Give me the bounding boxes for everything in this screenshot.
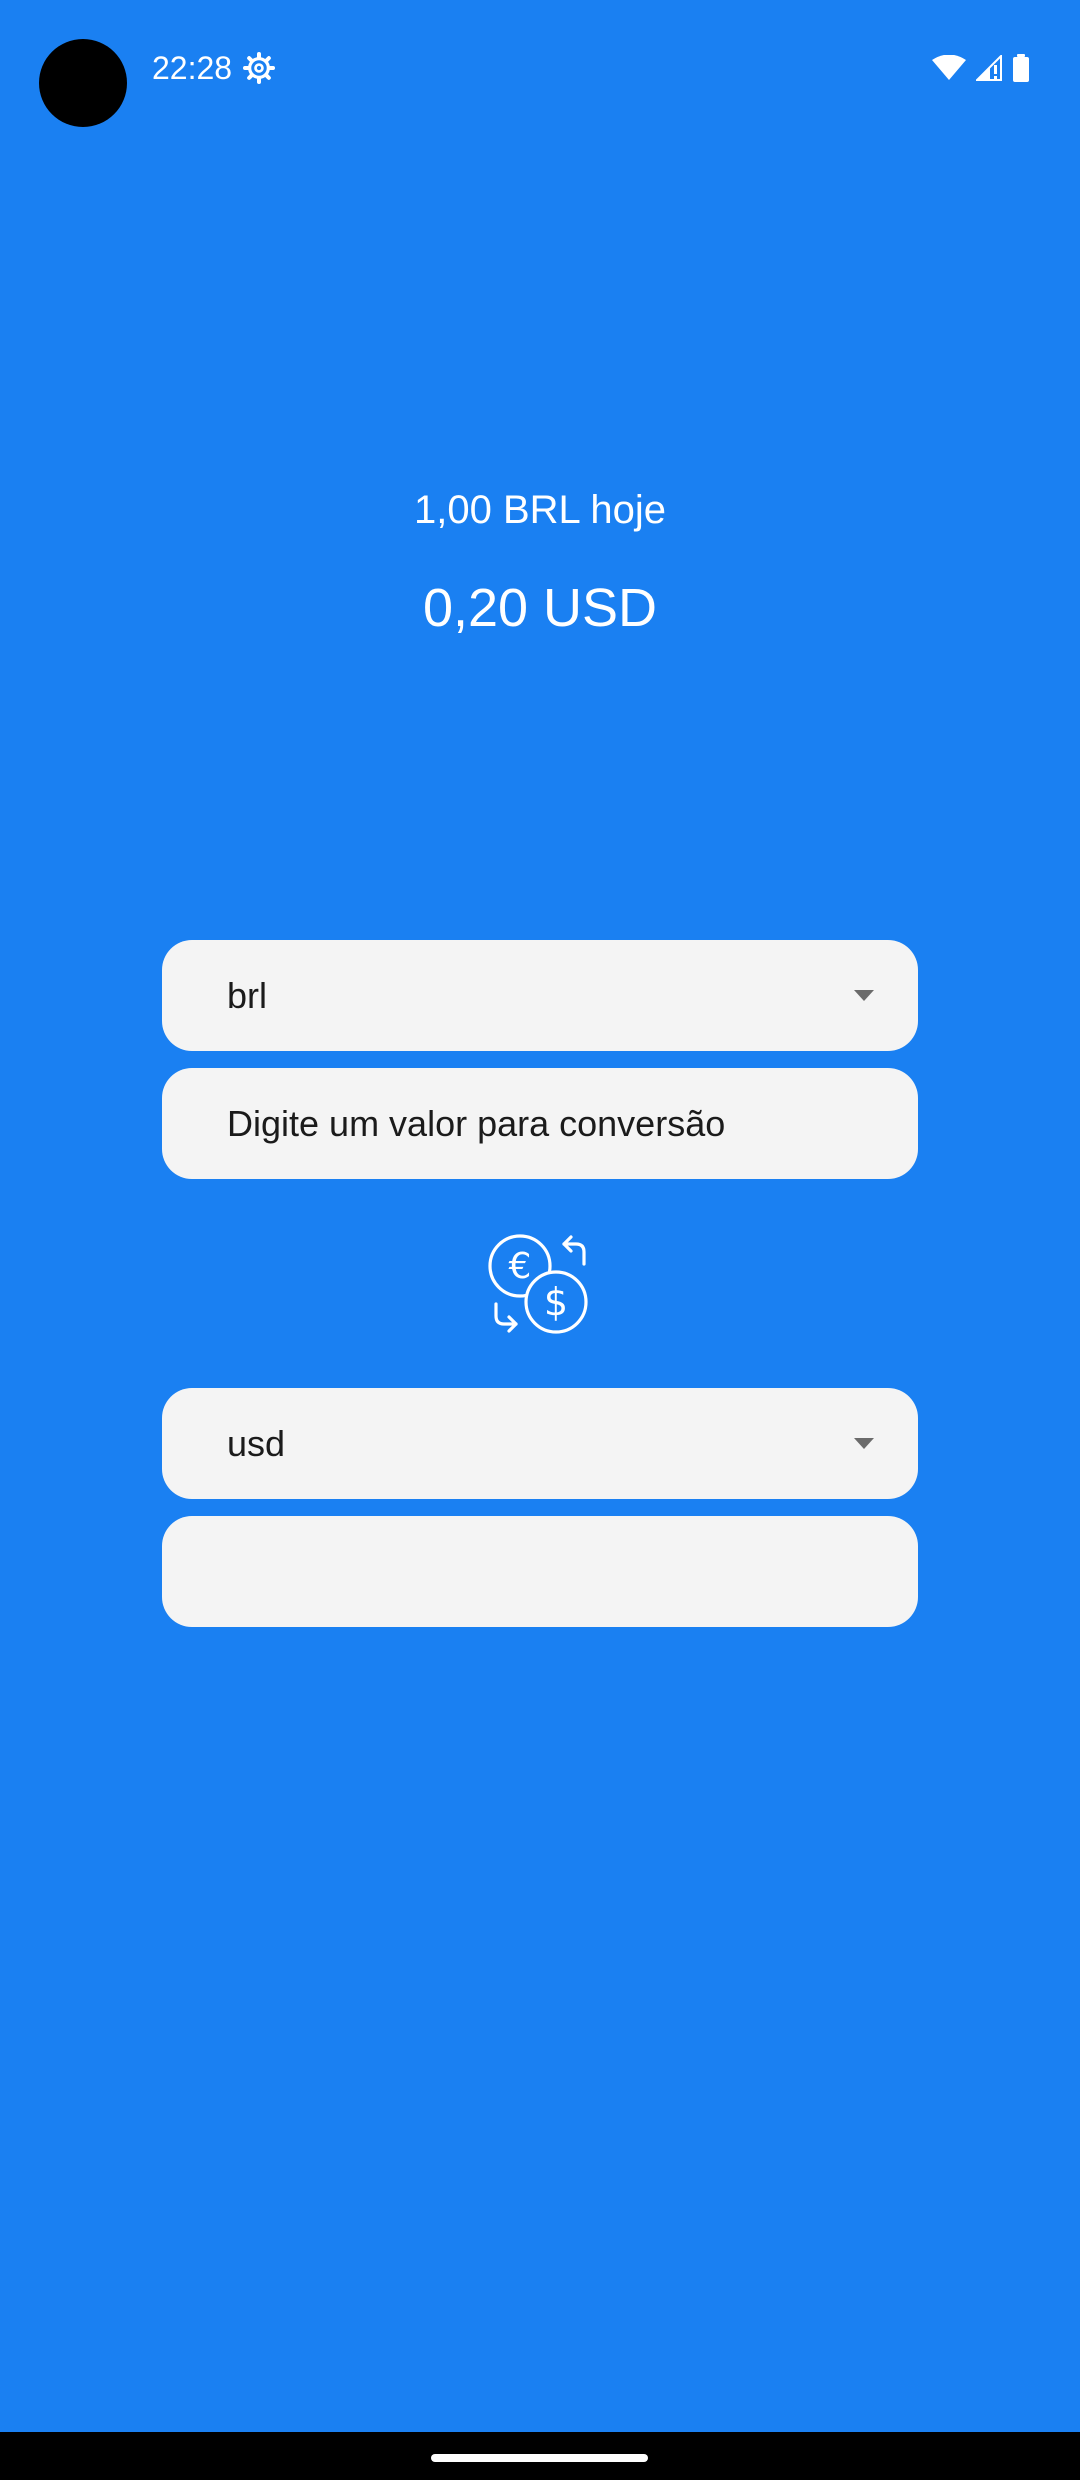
rate-caption: 1,00 BRL hoje xyxy=(413,488,667,532)
status-bar: 22:28 xyxy=(0,0,1080,135)
currency-exchange-icon[interactable]: € $ xyxy=(484,1228,596,1340)
front-camera-cutout xyxy=(39,39,127,127)
status-time: 22:28 xyxy=(152,50,233,86)
cell-signal-icon xyxy=(976,55,1002,81)
battery-icon xyxy=(1013,54,1029,82)
svg-text:€: € xyxy=(509,1246,532,1287)
dropdown-arrow-icon xyxy=(854,1437,874,1449)
from-amount-field[interactable] xyxy=(162,1068,918,1179)
dropdown-arrow-icon xyxy=(854,989,874,1001)
rate-value: 0,20 USD xyxy=(422,578,658,638)
svg-text:$: $ xyxy=(544,1280,568,1324)
to-amount-field[interactable] xyxy=(162,1516,918,1627)
status-icons xyxy=(932,52,1030,84)
navigation-bar xyxy=(0,2432,1080,2480)
from-currency-selected: brl xyxy=(227,974,268,1016)
from-currency-dropdown[interactable]: brl xyxy=(162,940,918,1051)
to-currency-dropdown[interactable]: usd xyxy=(162,1388,918,1499)
wifi-icon xyxy=(932,55,966,80)
home-gesture-handle[interactable] xyxy=(431,2454,648,2462)
amount-input[interactable] xyxy=(227,1102,847,1145)
settings-gear-icon xyxy=(243,52,275,84)
to-currency-selected: usd xyxy=(227,1422,286,1464)
